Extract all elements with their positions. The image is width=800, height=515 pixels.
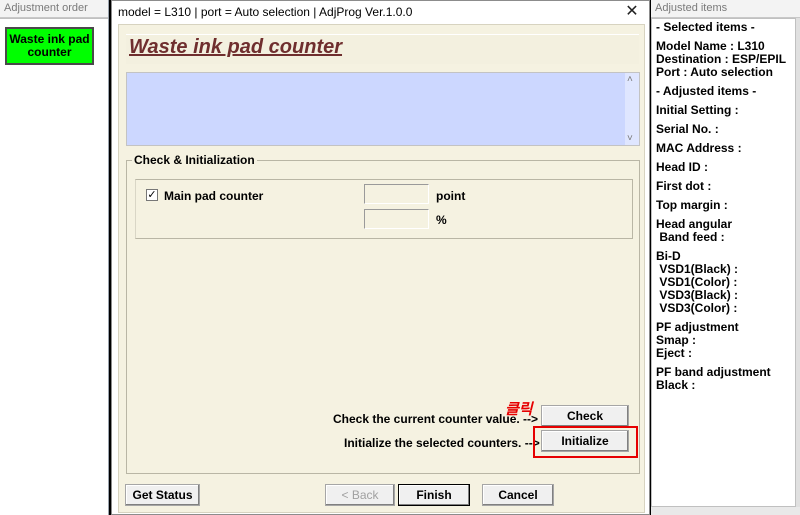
percent-unit-label: % — [436, 213, 447, 227]
adjusted-items-list: - Selected items - Model Name : L310 Desti… — [651, 18, 796, 507]
get-status-button[interactable]: Get Status — [125, 484, 200, 506]
adjusted-item-line: Initial Setting : — [656, 103, 739, 117]
close-icon[interactable]: ✕ — [623, 3, 641, 21]
scroll-up-icon[interactable]: ˄ — [627, 74, 633, 85]
dialog-titlebar: model = L310 | port = Auto selection | A… — [112, 1, 649, 23]
cancel-button[interactable]: Cancel — [482, 484, 554, 506]
adjustment-order-list — [0, 18, 108, 515]
back-button: < Back — [325, 484, 395, 506]
adjusted-item-line: First dot : — [656, 179, 712, 193]
adjusted-item-line: VSD3(Color) : — [656, 301, 738, 315]
point-unit-label: point — [436, 189, 466, 203]
dialog-client-area: Waste ink pad counter ˄ ˅ Check & Initia… — [118, 24, 645, 513]
adjusted-items-panel: Adjusted items - Selected items - Model N… — [651, 0, 800, 515]
adjustment-order-panel: Adjustment order Waste ink pad counter — [0, 0, 109, 515]
adjusted-item-line: - Adjusted items - — [656, 84, 757, 98]
point-value-field — [364, 184, 429, 204]
scroll-down-icon[interactable]: ˅ — [627, 133, 633, 144]
message-scrollbar[interactable]: ˄ ˅ — [625, 73, 639, 145]
adjusted-item-line: Port : Auto selection — [656, 65, 773, 79]
check-button[interactable]: Check — [541, 405, 629, 427]
adjusted-items-title: Adjusted items — [651, 0, 800, 18]
waste-ink-pad-counter-item[interactable]: Waste ink pad counter — [5, 27, 94, 65]
counter-box: ✓ Main pad counter point % — [135, 179, 633, 239]
adjusted-items-footer — [651, 507, 800, 515]
adjusted-item-line: Serial No. : — [656, 122, 719, 136]
adjustment-order-title: Adjustment order — [0, 0, 108, 18]
message-area[interactable]: ˄ ˅ — [126, 72, 640, 146]
adjprog-dialog: model = L310 | port = Auto selection | A… — [111, 0, 650, 515]
finish-button[interactable]: Finish — [398, 484, 470, 506]
dialog-window-title: model = L310 | port = Auto selection | A… — [118, 5, 413, 19]
main-pad-counter-label: Main pad counter — [164, 189, 264, 203]
adjusted-item-line: MAC Address : — [656, 141, 742, 155]
adjusted-item-line: Eject : — [656, 346, 693, 360]
adjusted-item-line: Band feed : — [656, 230, 725, 244]
initialize-highlight-box — [533, 426, 638, 458]
adjusted-item-line: Head ID : — [656, 160, 709, 174]
group-label: Check & Initialization — [132, 153, 257, 167]
page-header: Waste ink pad counter — [126, 34, 639, 64]
adjusted-item-line: Black : — [656, 378, 696, 392]
main-pad-counter-checkbox[interactable]: ✓ — [146, 189, 158, 201]
percent-value-field — [364, 209, 429, 229]
initialize-instruction: Initialize the selected counters. --> — [344, 436, 540, 450]
click-annotation: 클릭 — [505, 400, 533, 418]
adjusted-item-line: Top margin : — [656, 198, 728, 212]
adjusted-items-scrollbar[interactable] — [796, 18, 800, 508]
adjusted-item-line: - Selected items - — [656, 20, 755, 34]
page-title: Waste ink pad counter — [129, 36, 343, 58]
